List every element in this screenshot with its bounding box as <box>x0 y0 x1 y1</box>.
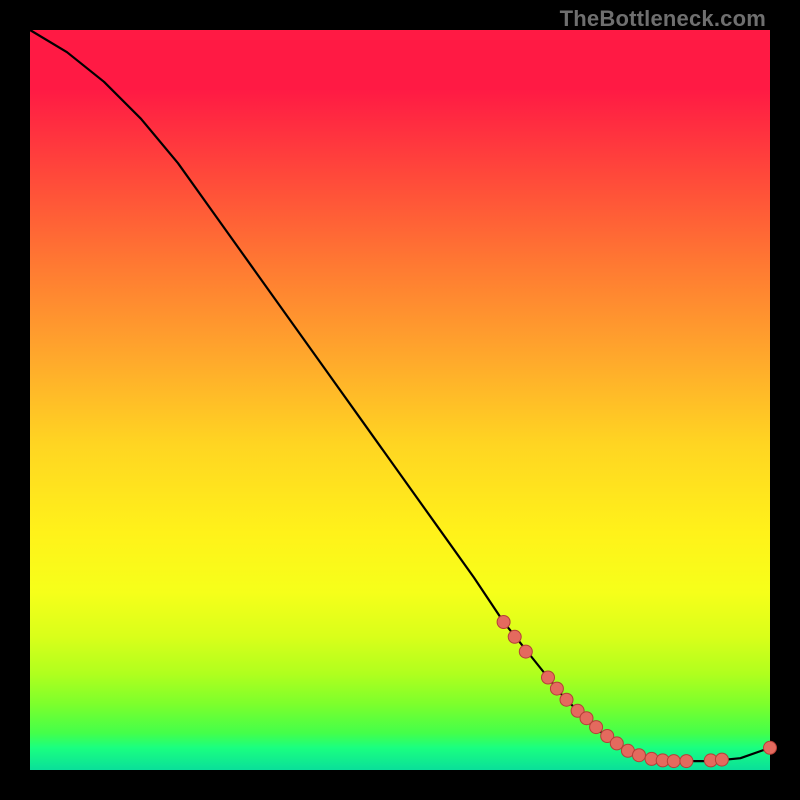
plot-area <box>30 30 770 770</box>
scatter-dots <box>497 616 776 768</box>
scatter-dot <box>542 671 555 684</box>
scatter-dot <box>610 737 623 750</box>
scatter-dot <box>764 741 777 754</box>
scatter-dot <box>550 682 563 695</box>
chart-svg <box>30 30 770 770</box>
scatter-dot <box>633 749 646 762</box>
scatter-dot <box>590 721 603 734</box>
bottleneck-curve <box>30 30 770 761</box>
scatter-dot <box>667 755 680 768</box>
scatter-dot <box>560 693 573 706</box>
scatter-dot <box>519 645 532 658</box>
scatter-dot <box>508 630 521 643</box>
watermark-text: TheBottleneck.com <box>560 6 766 32</box>
scatter-dot <box>680 755 693 768</box>
scatter-dot <box>497 616 510 629</box>
scatter-dot <box>715 753 728 766</box>
chart-frame: TheBottleneck.com <box>0 0 800 800</box>
